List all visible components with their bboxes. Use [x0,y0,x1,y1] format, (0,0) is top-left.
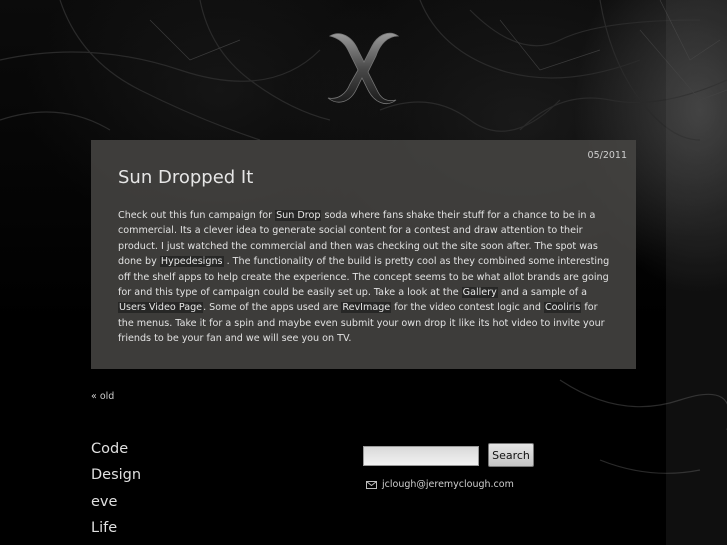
category-link-life[interactable]: Life [91,515,141,541]
post-body-text: . Some of the apps used are [203,302,342,314]
post-body-text: Check out this fun campaign for [118,210,276,221]
category-list: Code Design eve Life [91,436,141,541]
search-button[interactable]: Search [488,443,534,467]
link-users-video-page[interactable]: Users Video Page [118,302,204,314]
contact-email-text[interactable]: jclough@jeremyclough.com [382,479,514,490]
contact-email[interactable]: jclough@jeremyclough.com [366,479,514,490]
post-body: Check out this fun campaign for Sun Drop… [118,208,612,347]
link-gallery[interactable]: Gallery [461,287,498,299]
link-cooliris[interactable]: Cooliris [543,302,582,314]
category-link-design[interactable]: Design [91,462,141,488]
post-card: 05/2011 Sun Dropped It Check out this fu… [91,140,636,369]
link-revimage[interactable]: RevImage [341,302,392,314]
post-body-text: for the video contest logic and [391,302,544,314]
older-posts-link[interactable]: « old [91,391,114,402]
category-link-code[interactable]: Code [91,436,141,462]
mail-icon [366,480,377,489]
post-title[interactable]: Sun Dropped It [118,167,253,188]
search-input[interactable] [363,446,479,466]
post-body-text: and a sample of a [497,287,588,299]
link-sun-drop[interactable]: Sun Drop [275,210,322,221]
post-date: 05/2011 [587,150,627,161]
site-logo[interactable] [326,28,400,106]
category-link-eve[interactable]: eve [91,489,141,515]
link-hypedesigns[interactable]: Hypedesigns [159,256,224,268]
